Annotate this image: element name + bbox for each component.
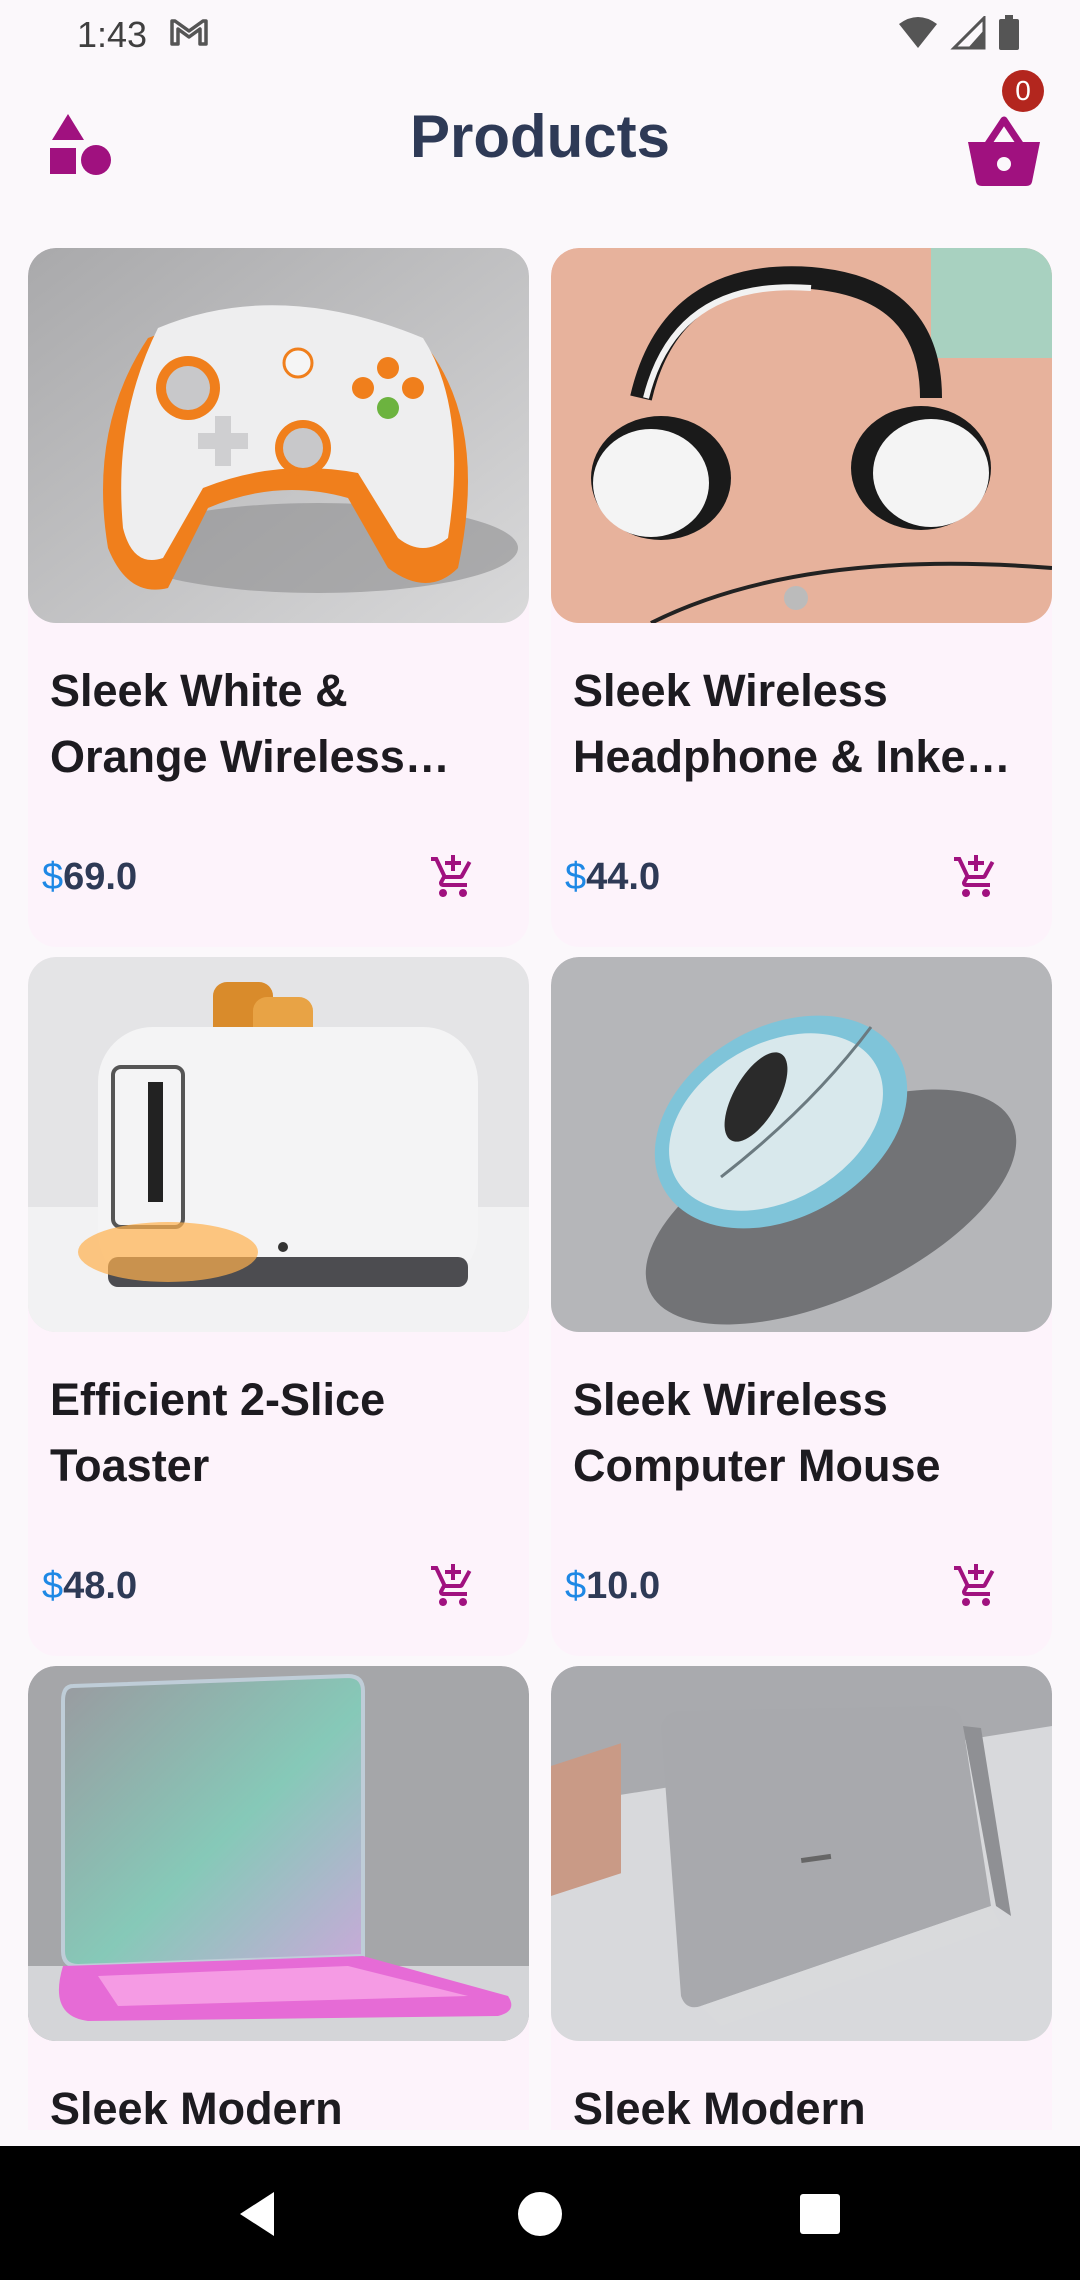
currency-symbol: $	[42, 856, 64, 898]
home-icon	[518, 2192, 562, 2236]
product-price: $44.0	[565, 856, 660, 899]
status-bar: 1:43	[0, 0, 1080, 70]
wifi-icon	[898, 16, 938, 55]
product-price: $10.0	[565, 1565, 660, 1608]
product-title: Sleek Modern	[573, 2083, 866, 2130]
recents-icon	[800, 2194, 840, 2234]
status-right	[898, 13, 1020, 56]
product-title: Sleek Wireless Headphone & Inked Earbud …	[573, 665, 994, 782]
product-title: Sleek Wireless Computer Mouse	[573, 1374, 941, 1491]
product-card[interactable]: Sleek White & Orange Wireless Gaming Con…	[28, 248, 529, 947]
currency-symbol: $	[42, 1565, 64, 1607]
gmail-icon	[169, 14, 209, 56]
product-card[interactable]: Efficient 2-Slice Toaster $48.0	[28, 957, 529, 1656]
product-title: Efficient 2-Slice Toaster	[50, 1374, 386, 1491]
product-image-laptop-silver[interactable]	[551, 1666, 1052, 2041]
product-image-headphones[interactable]	[551, 248, 1052, 623]
app-bar: Products 0	[0, 70, 1080, 210]
product-price: $69.0	[42, 856, 137, 899]
product-card[interactable]: Sleek Wireless Headphone & Inked Earbud …	[551, 248, 1052, 947]
product-image-game-controller[interactable]	[28, 248, 529, 623]
product-card[interactable]: Sleek Modern	[28, 1666, 529, 2130]
back-icon	[240, 2192, 274, 2236]
home-button[interactable]	[512, 2186, 568, 2242]
product-image-mouse[interactable]	[551, 957, 1052, 1332]
add-to-cart-button[interactable]	[429, 1562, 477, 1610]
product-title: Sleek Modern	[50, 2083, 343, 2130]
product-image-laptop-glow[interactable]	[28, 1666, 529, 2041]
signal-icon	[950, 13, 986, 55]
battery-icon	[998, 14, 1020, 56]
price-value: 48.0	[63, 1565, 138, 1607]
status-time: 1:43	[77, 14, 148, 55]
status-left: 1:43	[77, 14, 209, 56]
basket-icon	[968, 116, 1040, 186]
currency-symbol: $	[565, 856, 587, 898]
price-value: 69.0	[63, 856, 138, 898]
product-image-toaster[interactable]	[28, 957, 529, 1332]
price-value: 44.0	[586, 856, 661, 898]
product-card[interactable]: Sleek Wireless Computer Mouse $10.0	[551, 957, 1052, 1656]
currency-symbol: $	[565, 1565, 587, 1607]
price-value: 10.0	[586, 1565, 661, 1607]
add-to-cart-button[interactable]	[429, 853, 477, 901]
recents-button[interactable]	[792, 2186, 848, 2242]
add-shopping-cart-icon	[431, 855, 472, 897]
system-nav-bar	[0, 2146, 1080, 2280]
product-card[interactable]: Sleek Modern	[551, 1666, 1052, 2130]
cart-button[interactable]	[964, 110, 1044, 190]
add-to-cart-button[interactable]	[952, 853, 1000, 901]
product-grid[interactable]: Sleek White & Orange Wireless Gaming Con…	[28, 248, 1052, 2130]
add-shopping-cart-icon	[954, 855, 995, 897]
back-button[interactable]	[232, 2186, 288, 2242]
product-price: $48.0	[42, 1565, 137, 1608]
add-shopping-cart-icon	[431, 1564, 472, 1606]
page-title: Products	[409, 103, 671, 170]
product-title: Sleek White & Orange Wireless Gaming Con…	[50, 665, 405, 782]
cart-count-badge: 0	[1002, 70, 1044, 112]
add-shopping-cart-icon	[954, 1564, 995, 1606]
add-to-cart-button[interactable]	[952, 1562, 1000, 1610]
